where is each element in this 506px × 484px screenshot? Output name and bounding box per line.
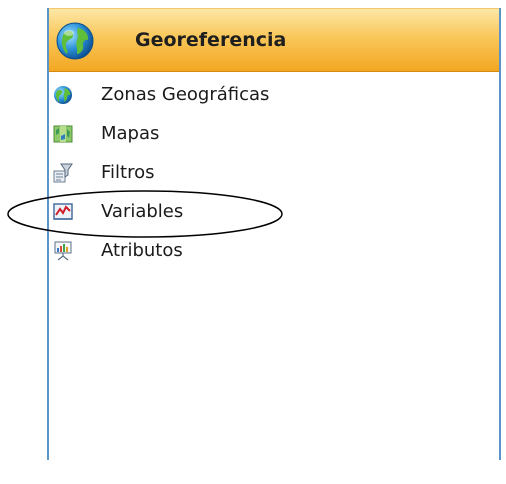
nav-item-filtros[interactable]: Filtros — [49, 159, 489, 189]
line-chart-icon — [53, 203, 73, 220]
nav-item-label: Mapas — [101, 123, 160, 144]
nav-item-label: Variables — [101, 201, 184, 222]
nav-item-label: Atributos — [101, 240, 183, 261]
panel-header[interactable]: Georeferencia — [49, 8, 499, 72]
filter-icon — [53, 163, 73, 183]
map-icon — [53, 125, 73, 143]
globe-icon — [54, 86, 72, 104]
nav-item-zonas-geograficas[interactable]: Zonas Geográficas — [49, 81, 489, 111]
presentation-board-icon — [54, 241, 72, 261]
nav-item-atributos[interactable]: Atributos — [49, 237, 489, 267]
nav-item-label: Filtros — [101, 162, 155, 183]
panel-title: Georeferencia — [135, 29, 287, 51]
globe-icon — [56, 22, 94, 60]
nav-item-label: Zonas Geográficas — [101, 84, 270, 105]
nav-item-variables[interactable]: Variables — [49, 198, 489, 228]
navigation-panel: Georeferencia Zonas Geográficas Mapas Fi… — [47, 8, 501, 460]
nav-item-mapas[interactable]: Mapas — [49, 120, 489, 150]
